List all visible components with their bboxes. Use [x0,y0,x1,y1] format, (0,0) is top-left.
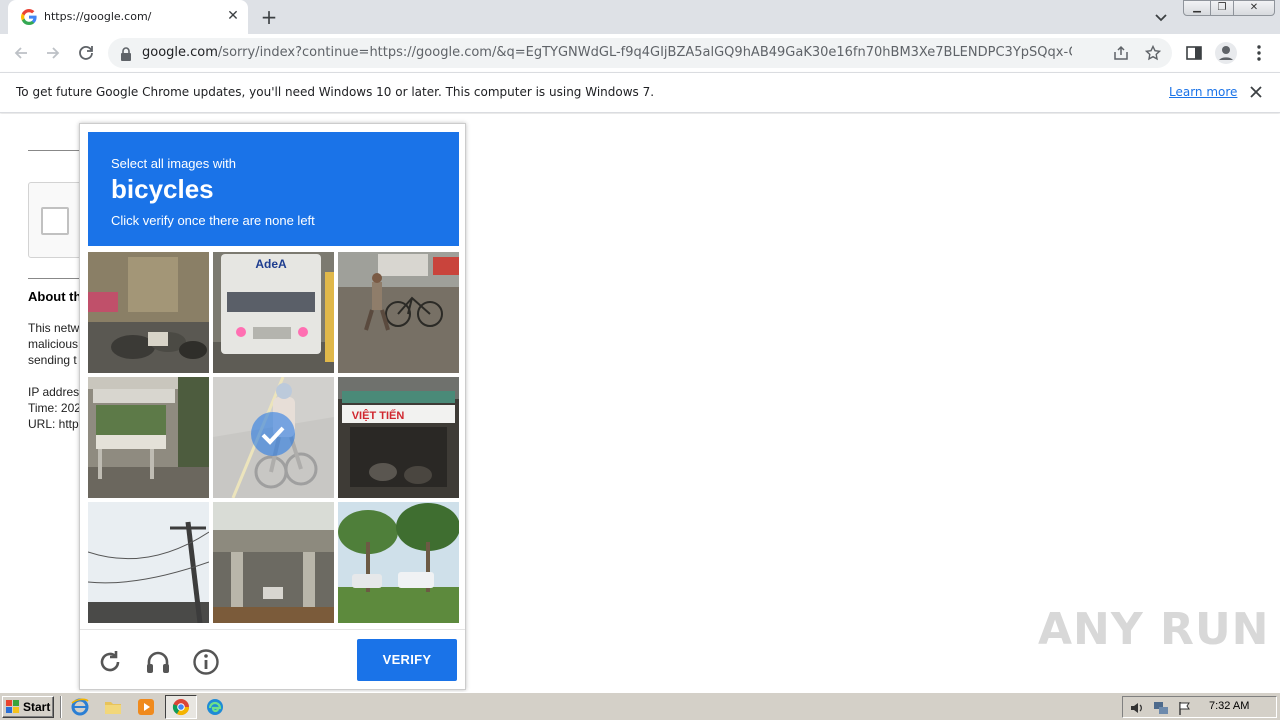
browser-tab-strip: https://google.com/ ✕ + ▁ ❐ ✕ [0,0,1280,34]
challenge-keyword: bicycles [111,174,214,204]
page-detail-line: IP addres [28,385,80,399]
selected-check-icon [251,412,295,456]
palm-trees-image [338,502,459,623]
taskbar-separator [60,696,62,718]
update-infobar: To get future Google Chrome updates, you… [0,72,1280,113]
start-label: Start [23,700,51,714]
page-detail-line: Time: 202 [28,401,81,415]
bookmark-star-icon[interactable] [1144,44,1162,61]
challenge-hint: Click verify once there are none left [111,213,315,228]
white-truck-image: AdeA [213,252,334,373]
about-heading: About th [28,289,82,304]
minimize-icon[interactable]: ▁ [1183,0,1211,16]
image-tile-7[interactable] [88,502,209,623]
browser-tab[interactable]: https://google.com/ ✕ [8,0,248,34]
internet-explorer-icon[interactable] [71,698,89,716]
page-text-line: sending t [28,353,77,367]
tab-close-icon[interactable]: ✕ [225,8,241,24]
action-center-flag-icon[interactable] [1177,700,1193,716]
street-motorbikes-image [88,252,209,373]
anyrun-watermark: ANY RUN [1038,604,1270,655]
image-tile-8[interactable] [213,502,334,623]
image-tile-2[interactable]: AdeA [213,252,334,373]
network-icon[interactable] [1153,700,1169,716]
image-tile-5[interactable] [213,377,334,498]
media-player-icon[interactable] [137,698,155,716]
profile-avatar-icon[interactable] [1214,41,1238,65]
taskbar-clock: 7:32 AM [1209,700,1250,712]
lock-icon[interactable] [120,46,132,61]
page-text-line: This netw [28,321,80,335]
address-bar[interactable]: google.com/sorry/index?continue=https://… [108,38,1172,68]
image-tile-6[interactable]: VIỆT TIẾN [338,377,459,498]
system-tray: 7:32 AM [1122,696,1277,718]
image-tile-4[interactable] [88,377,209,498]
reload-icon[interactable] [96,648,124,676]
audio-headphones-icon[interactable] [144,648,172,676]
window-close-icon[interactable]: ✕ [1233,0,1275,16]
tab-search-chevron-icon[interactable] [1152,8,1170,26]
browser-toolbar: google.com/sorry/index?continue=https://… [0,34,1280,72]
overpass-image [213,502,334,623]
url-host: google.com [142,45,218,60]
learn-more-link[interactable]: Learn more [1169,85,1237,99]
google-g-icon [21,9,37,25]
balcony-building-image [88,377,209,498]
footer-divider [80,629,465,630]
image-grid: AdeA VIỆT TIẾN [88,252,459,623]
address-url[interactable]: google.com/sorry/index?continue=https://… [142,45,1072,60]
chrome-icon [172,699,190,716]
new-tab-plus-icon[interactable]: + [258,6,280,28]
info-icon[interactable] [192,648,220,676]
image-tile-9[interactable] [338,502,459,623]
page-detail-line: URL: http [28,417,79,431]
close-icon[interactable] [1246,82,1266,102]
shop-sign-text: VIỆT TIẾN [352,409,405,422]
tab-title: https://google.com/ [44,10,152,23]
chrome-taskbar-button[interactable] [165,695,197,719]
utility-pole-image [88,502,209,623]
volume-speaker-icon[interactable] [1129,700,1145,716]
person-bicycle-image [338,252,459,373]
share-icon[interactable] [1113,45,1129,61]
recaptcha-checkbox[interactable] [41,207,69,235]
challenge-instruction: Select all images with [111,156,236,171]
watermark-text: ANY RUN [1038,604,1270,655]
verify-button[interactable]: VERIFY [357,639,457,681]
url-path: /sorry/index?continue=https://google.com… [217,45,1072,60]
back-arrow-icon[interactable] [10,42,32,64]
kebab-menu-icon[interactable] [1249,43,1269,63]
side-panel-icon[interactable] [1184,43,1204,63]
forward-arrow-icon[interactable] [42,42,64,64]
truck-sign-text: AdeA [255,257,287,271]
infobar-message: To get future Google Chrome updates, you… [16,85,655,99]
file-explorer-folder-icon[interactable] [104,698,122,716]
page-text-line: malicious [28,337,79,351]
start-button[interactable]: Start [2,696,54,718]
windows-logo-icon [6,700,19,713]
restore-icon[interactable]: ❐ [1210,0,1234,16]
shopfront-image: VIỆT TIẾN [338,377,459,498]
challenge-header: Select all images with bicycles Click ve… [88,132,459,246]
recaptcha-challenge: Select all images with bicycles Click ve… [79,123,466,690]
image-tile-3[interactable] [338,252,459,373]
reload-icon[interactable] [75,42,97,64]
edge-icon[interactable] [206,698,224,716]
image-tile-1[interactable] [88,252,209,373]
windows-taskbar: Start 7:32 AM [0,692,1280,720]
